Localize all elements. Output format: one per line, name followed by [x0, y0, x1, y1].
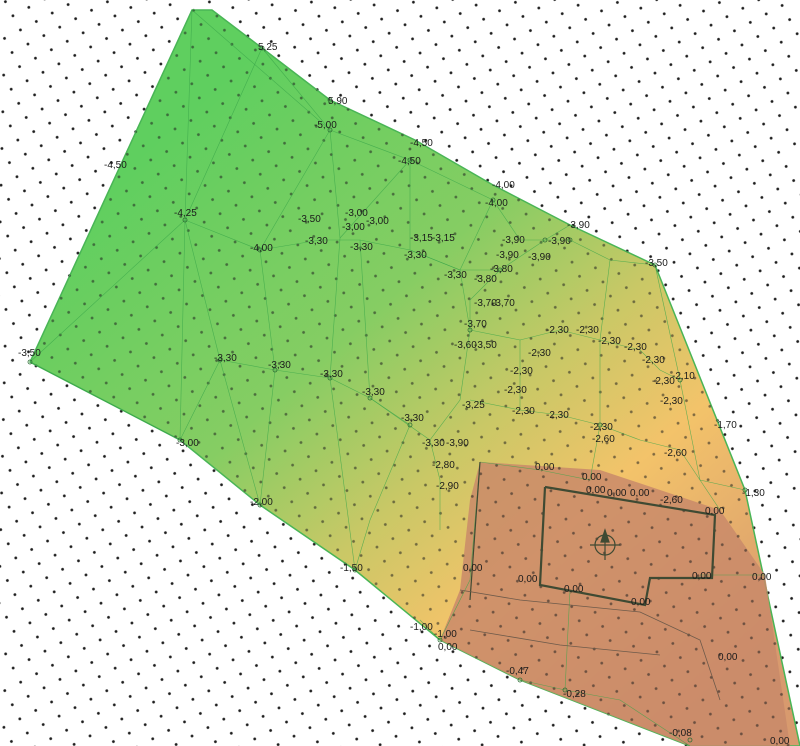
- elevation-label: -2,30: [642, 355, 665, 366]
- elevation-label: -2,30: [598, 336, 621, 347]
- elevation-label: -3,15: [432, 233, 455, 244]
- elevation-label: -2,30: [512, 406, 535, 417]
- elevation-label: -3,30: [422, 438, 445, 449]
- elevation-label: -3,50: [298, 214, 321, 225]
- elevation-label: 0,00: [564, 584, 584, 595]
- elevation-label: 0,00: [438, 642, 458, 653]
- elevation-label: -2,30: [546, 410, 569, 421]
- elevation-label: -3,30: [305, 236, 328, 247]
- elevation-label: -3,30: [268, 360, 291, 371]
- elevation-label: -4,25: [174, 208, 197, 219]
- elevation-label: -3,30: [320, 369, 343, 380]
- elevation-label: -1,30: [742, 488, 765, 499]
- elevation-label: 0,00: [463, 563, 483, 574]
- elevation-label: -2,30: [660, 396, 683, 407]
- elevation-label: -3,00: [366, 216, 389, 227]
- elevation-label: -2,60: [592, 434, 615, 445]
- elevation-label: 0,00: [630, 488, 650, 499]
- elevation-label: -3,90: [567, 220, 590, 231]
- elevation-label: -3,90: [496, 250, 519, 261]
- elevation-label: -5,00: [314, 120, 337, 131]
- elevation-label: -3,70: [492, 298, 515, 309]
- elevation-label: -0,28: [563, 689, 586, 700]
- elevation-label: 0,00: [535, 462, 555, 473]
- elevation-label: -3,00: [345, 208, 368, 219]
- elevation-label: -2,30: [510, 366, 533, 377]
- elevation-label: 5,90: [328, 96, 348, 107]
- elevation-label: -2,90: [436, 481, 459, 492]
- elevation-label: -3,30: [214, 353, 237, 364]
- elevation-label: -3,50: [645, 258, 668, 269]
- elevation-label: 5,25: [258, 42, 278, 53]
- elevation-label: -3,30: [350, 242, 373, 253]
- elevation-label: -1,00: [410, 622, 433, 633]
- elevation-label: -2,80: [432, 460, 455, 471]
- topographic-map: 5,25 5,90 -5,00 -4,50 -4,50 -4,50 -4,00 …: [0, 0, 800, 746]
- elevation-label: -2,60: [664, 448, 687, 459]
- elevation-label: -3,50: [18, 348, 41, 359]
- elevation-label: -4,50: [410, 138, 433, 149]
- elevation-label: -2,30: [504, 385, 527, 396]
- elevation-label: -2,30: [624, 342, 647, 353]
- elevation-label: -3,30: [444, 270, 467, 281]
- elevation-label: -3,80: [474, 274, 497, 285]
- elevation-label: -2,30: [590, 422, 613, 433]
- elevation-label: -0,47: [506, 666, 529, 677]
- elevation-label: 0,00: [770, 736, 790, 746]
- elevation-label: -3,30: [362, 387, 385, 398]
- elevation-label: 0,00: [705, 506, 725, 517]
- elevation-label: -1,70: [714, 420, 737, 431]
- elevation-label: -3,90: [446, 438, 469, 449]
- elevation-label: 0,00: [582, 472, 602, 483]
- elevation-label: -3,50: [474, 340, 497, 351]
- elevation-label: -2,60: [660, 495, 683, 506]
- elevation-label: -2,30: [528, 348, 551, 359]
- elevation-label: 0,00: [586, 485, 606, 496]
- elevation-label: -2,10: [672, 371, 695, 382]
- elevation-label: 0,00: [752, 572, 772, 583]
- elevation-label: -3,00: [176, 438, 199, 449]
- elevation-label: -2,30: [576, 325, 599, 336]
- elevation-label: -2,30: [546, 325, 569, 336]
- elevation-label: -1,50: [340, 563, 363, 574]
- elevation-label: -0,08: [669, 728, 692, 739]
- elevation-label: -4,00: [250, 243, 273, 254]
- elevation-label: -3,15: [410, 233, 433, 244]
- elevation-label: 0,00: [607, 488, 627, 499]
- elevation-label: -3,90: [502, 235, 525, 246]
- elevation-label: -3,70: [464, 319, 487, 330]
- elevation-label: 0,00: [631, 597, 651, 608]
- elevation-label: -2,00: [250, 497, 273, 508]
- elevation-label: -3,25: [462, 400, 485, 411]
- elevation-label: -3,30: [401, 413, 424, 424]
- elevation-label: -3,90: [548, 236, 571, 247]
- elevation-label: 0,00: [518, 574, 538, 585]
- elevation-label: 0,00: [718, 652, 738, 663]
- elevation-label: -4,00: [492, 180, 515, 191]
- elevation-label: -1,00: [434, 629, 457, 640]
- elevation-label: -4,50: [398, 156, 421, 167]
- elevation-label: -3,00: [342, 222, 365, 233]
- elevation-label: 0,00: [692, 571, 712, 582]
- elevation-label: -4,50: [104, 160, 127, 171]
- elevation-label: -3,30: [404, 250, 427, 261]
- elevation-label: -4,00: [485, 198, 508, 209]
- elevation-label: -3,90: [528, 252, 551, 263]
